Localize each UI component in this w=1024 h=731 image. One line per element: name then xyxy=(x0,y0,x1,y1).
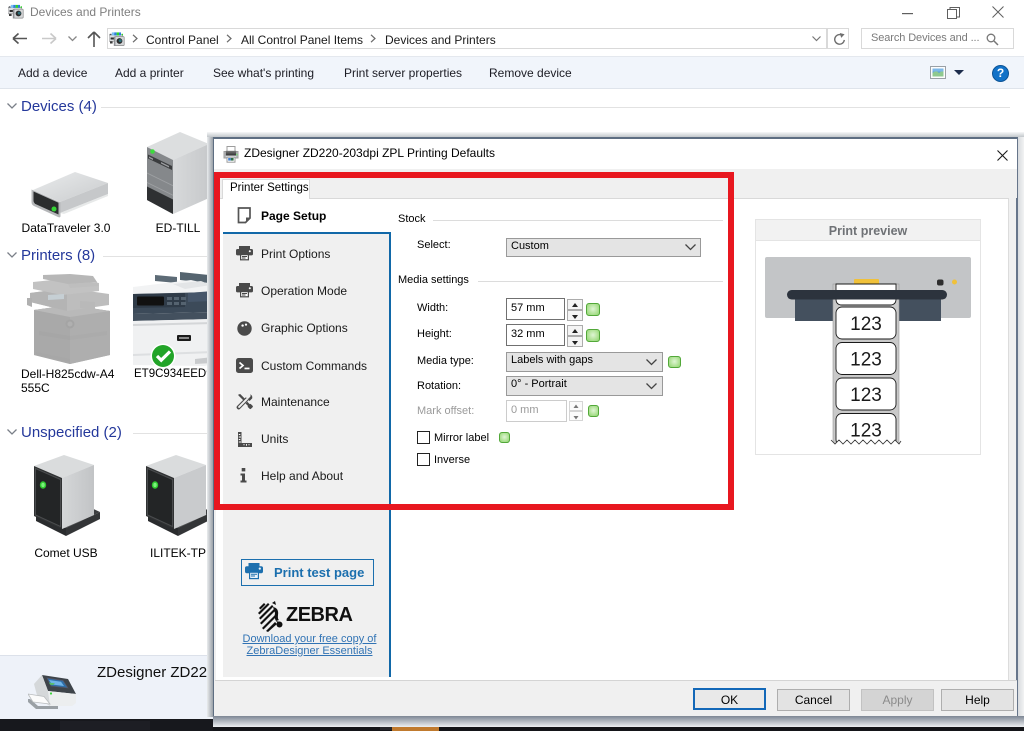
svg-text:123: 123 xyxy=(850,350,882,371)
svg-text:123: 123 xyxy=(850,421,882,442)
svg-text:123: 123 xyxy=(850,385,882,406)
svg-text:123: 123 xyxy=(850,314,882,335)
